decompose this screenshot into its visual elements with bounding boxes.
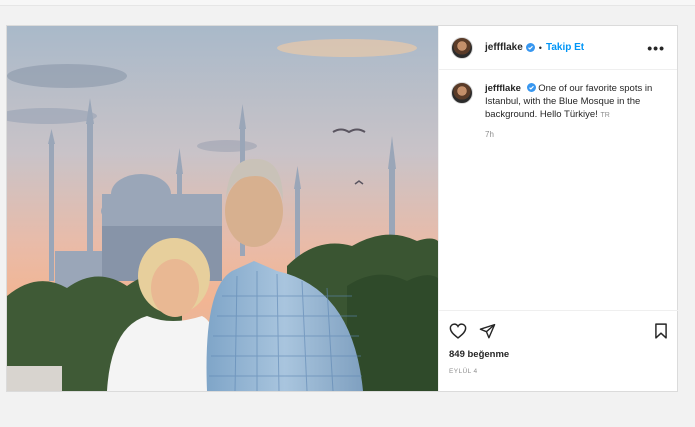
follow-button[interactable]: Takip Et xyxy=(546,42,584,53)
translate-flag[interactable]: TR xyxy=(600,112,609,119)
post-date[interactable]: EYLÜL 4 xyxy=(449,368,668,375)
caption-verified-badge-icon xyxy=(526,83,536,92)
verified-badge-icon xyxy=(525,43,535,52)
instagram-post-embed: jeffflake • Takip Et ••• jeffflake One o… xyxy=(6,25,678,392)
heart-icon[interactable] xyxy=(449,323,467,339)
post-actions: 849 beğenme EYLÜL 4 xyxy=(439,310,678,375)
caption-body: jeffflake One of our favorite spots in I… xyxy=(485,82,665,141)
action-icon-row xyxy=(449,319,668,343)
like-count[interactable]: 849 beğenme xyxy=(449,349,668,360)
post-image xyxy=(7,26,438,391)
post-photo[interactable] xyxy=(7,26,438,391)
caption-username-link[interactable]: jeffflake xyxy=(485,83,521,94)
caption-avatar[interactable] xyxy=(451,82,473,104)
post-header: jeffflake • Takip Et ••• xyxy=(439,26,677,70)
caption-timestamp[interactable]: 7h xyxy=(485,128,665,141)
avatar[interactable] xyxy=(451,36,473,59)
username-link[interactable]: jeffflake xyxy=(485,42,523,53)
paper-plane-icon[interactable] xyxy=(479,323,496,339)
post-caption: jeffflake One of our favorite spots in I… xyxy=(439,70,677,141)
browser-top-edge xyxy=(0,0,695,6)
more-options-icon[interactable]: ••• xyxy=(647,41,665,55)
bookmark-icon[interactable] xyxy=(654,323,668,339)
post-side-panel: jeffflake • Takip Et ••• jeffflake One o… xyxy=(438,26,678,391)
separator-dot: • xyxy=(538,42,542,53)
